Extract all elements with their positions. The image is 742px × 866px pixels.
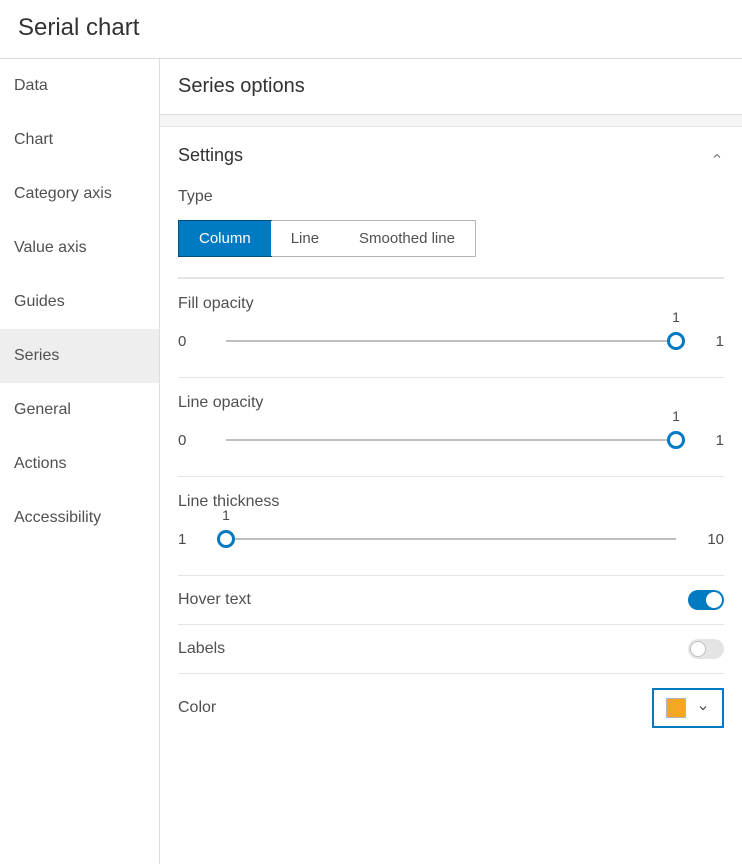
sidebar-item-label: Guides	[14, 293, 65, 310]
labels-row: Labels	[178, 624, 724, 673]
fill-opacity-thumb[interactable]	[667, 332, 685, 350]
sidebar-item-series[interactable]: Series	[0, 329, 159, 383]
line-thickness-min: 1	[178, 531, 206, 548]
type-option-line[interactable]: Line	[271, 221, 339, 256]
toggle-knob	[690, 641, 706, 657]
fill-opacity-value: 1	[672, 309, 680, 325]
labels-label: Labels	[178, 640, 225, 658]
line-thickness-label: Line thickness	[178, 493, 724, 511]
sidebar-item-data[interactable]: Data	[0, 59, 159, 113]
hover-text-label: Hover text	[178, 591, 251, 609]
type-option-column[interactable]: Column	[178, 220, 272, 257]
fill-opacity-min: 0	[178, 333, 206, 350]
section-title: Settings	[178, 145, 243, 166]
section-title-row[interactable]: Settings	[178, 127, 724, 188]
line-opacity-group: Line opacity 0 1 1	[178, 377, 724, 454]
content-pane: Series options Settings Type Column Line…	[160, 58, 742, 864]
type-segmented: Column Line Smoothed line	[178, 220, 476, 257]
sidebar-item-general[interactable]: General	[0, 383, 159, 437]
sidebar-item-category-axis[interactable]: Category axis	[0, 167, 159, 221]
sidebar-item-label: Accessibility	[14, 509, 101, 526]
line-opacity-max: 1	[696, 432, 724, 449]
line-opacity-slider[interactable]: 1	[226, 426, 676, 454]
color-picker[interactable]	[652, 688, 724, 728]
page-title: Serial chart	[0, 0, 742, 58]
sidebar-item-label: Chart	[14, 131, 53, 148]
chevron-up-icon	[710, 149, 724, 163]
line-thickness-thumb[interactable]	[217, 530, 235, 548]
fill-opacity-label: Fill opacity	[178, 295, 724, 313]
content-header: Series options	[160, 59, 742, 115]
line-opacity-value: 1	[672, 408, 680, 424]
chevron-down-icon	[696, 701, 710, 715]
sidebar-item-chart[interactable]: Chart	[0, 113, 159, 167]
settings-sidebar: Data Chart Category axis Value axis Guid…	[0, 58, 160, 864]
line-thickness-max: 10	[696, 531, 724, 548]
sidebar-item-actions[interactable]: Actions	[0, 437, 159, 491]
sidebar-item-label: General	[14, 401, 71, 418]
fill-opacity-max: 1	[696, 333, 724, 350]
line-opacity-thumb[interactable]	[667, 431, 685, 449]
type-label: Type	[178, 188, 724, 206]
sidebar-item-label: Actions	[14, 455, 66, 472]
color-swatch	[666, 698, 686, 718]
labels-toggle[interactable]	[688, 639, 724, 659]
hover-text-toggle[interactable]	[688, 590, 724, 610]
line-opacity-min: 0	[178, 432, 206, 449]
sidebar-item-value-axis[interactable]: Value axis	[0, 221, 159, 275]
color-label: Color	[178, 699, 216, 717]
fill-opacity-slider[interactable]: 1	[226, 327, 676, 355]
line-thickness-group: Line thickness 1 1 10	[178, 476, 724, 553]
line-thickness-value: 1	[222, 507, 230, 523]
line-thickness-slider[interactable]: 1	[226, 525, 676, 553]
section-divider	[160, 115, 742, 127]
line-opacity-label: Line opacity	[178, 394, 724, 412]
sidebar-item-guides[interactable]: Guides	[0, 275, 159, 329]
sidebar-item-label: Data	[14, 77, 48, 94]
type-option-smoothed-line[interactable]: Smoothed line	[339, 221, 475, 256]
sidebar-item-accessibility[interactable]: Accessibility	[0, 491, 159, 545]
fill-opacity-group: Fill opacity 0 1 1	[178, 278, 724, 355]
settings-panel: Settings Type Column Line Smoothed line …	[160, 127, 742, 760]
hover-text-row: Hover text	[178, 575, 724, 624]
sidebar-item-label: Category axis	[14, 185, 112, 202]
color-row: Color	[178, 673, 724, 742]
sidebar-item-label: Series	[14, 347, 59, 364]
sidebar-item-label: Value axis	[14, 239, 87, 256]
toggle-knob	[706, 592, 722, 608]
